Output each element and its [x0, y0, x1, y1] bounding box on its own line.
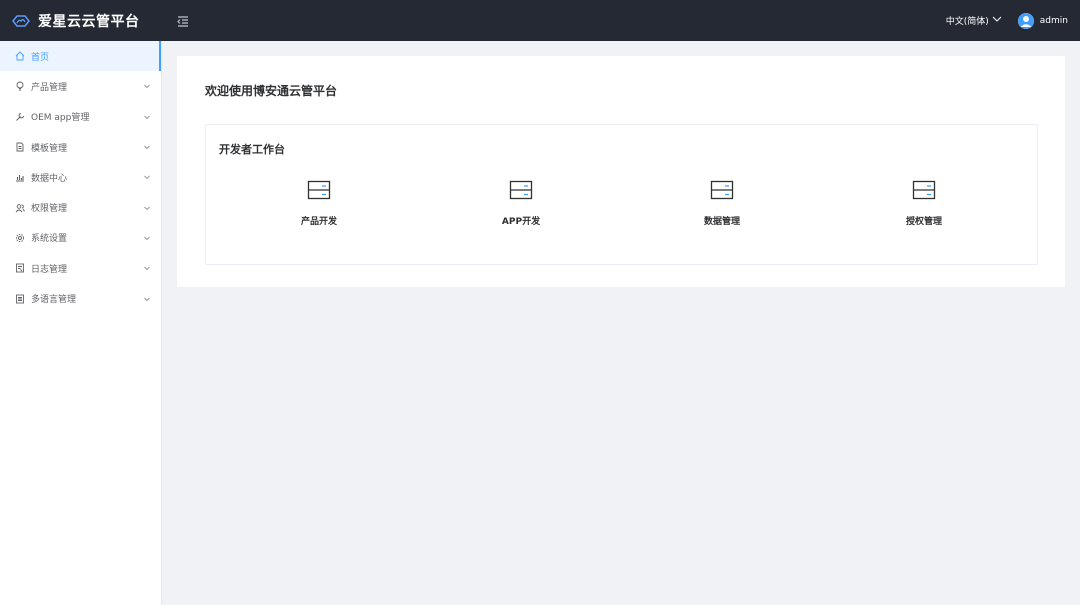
- brand[interactable]: 爱星云云管平台: [0, 0, 162, 41]
- sidebar-item-home[interactable]: 首页: [0, 41, 161, 72]
- workbench-item-app-dev[interactable]: APP开发: [476, 180, 566, 227]
- chevron-down-icon: [992, 15, 1002, 26]
- topbar-right: 中文(简体) admin: [946, 0, 1068, 41]
- sidebar-item-label: 数据中心: [31, 173, 68, 184]
- menu-collapse-icon[interactable]: [176, 13, 190, 27]
- sidebar-item-languages[interactable]: 多语言管理: [0, 283, 161, 313]
- sidebar-item-templates[interactable]: 模板管理: [0, 132, 161, 162]
- workbench-items: 产品开发 APP开发 数据管理 授权管理: [206, 180, 1037, 240]
- welcome-card: 欢迎使用博安通云管平台 开发者工作台 产品开发 APP开发 数据管理 授权管理: [177, 56, 1065, 287]
- top-navbar: 爱星云云管平台 中文(简体) admin: [0, 0, 1080, 41]
- sidebar-item-label: 产品管理: [31, 82, 68, 93]
- brand-name: 爱星云云管平台: [38, 13, 140, 30]
- developer-workbench: 开发者工作台 产品开发 APP开发 数据管理 授权管理: [205, 124, 1038, 265]
- document-icon: [15, 142, 25, 152]
- sidebar-item-label: 权限管理: [31, 204, 68, 215]
- chevron-down-icon: [143, 234, 151, 242]
- chevron-down-icon: [143, 173, 151, 181]
- sidebar-item-logs[interactable]: 日志管理: [0, 253, 161, 283]
- workbench-item-data-mgmt[interactable]: 数据管理: [677, 180, 767, 227]
- sidebar-item-data-center[interactable]: 数据中心: [0, 162, 161, 192]
- bulb-icon: [15, 81, 25, 91]
- sidebar-item-label: 多语言管理: [31, 295, 77, 306]
- home-icon: [15, 51, 25, 61]
- chevron-down-icon: [143, 82, 151, 90]
- workbench-item-label: 授权管理: [905, 217, 942, 227]
- user-menu[interactable]: admin: [1017, 12, 1068, 29]
- list-icon: [15, 294, 25, 304]
- workbench-item-product-dev[interactable]: 产品开发: [274, 180, 364, 227]
- sidebar-item-label: 系统设置: [31, 234, 68, 245]
- sidebar-item-label: 模板管理: [31, 143, 68, 154]
- workbench-item-label: 产品开发: [300, 217, 337, 227]
- sidebar-item-label: 首页: [31, 52, 50, 63]
- workbench-title: 开发者工作台: [219, 143, 285, 156]
- chevron-down-icon: [143, 264, 151, 272]
- sidebar-item-system-settings[interactable]: 系统设置: [0, 223, 161, 253]
- chevron-down-icon: [143, 113, 151, 121]
- chevron-down-icon: [143, 204, 151, 212]
- sidebar-item-permissions[interactable]: 权限管理: [0, 192, 161, 222]
- sidebar-item-products[interactable]: 产品管理: [0, 71, 161, 101]
- sidebar-item-label: OEM app管理: [31, 113, 90, 124]
- log-icon: [15, 263, 25, 273]
- workbench-item-label: 数据管理: [703, 217, 740, 227]
- gear-icon: [15, 233, 25, 243]
- users-icon: [15, 203, 25, 213]
- sidebar-item-label: 日志管理: [31, 264, 68, 275]
- wrench-icon: [15, 112, 25, 122]
- page-title: 欢迎使用博安通云管平台: [205, 84, 338, 98]
- cloud-logo-icon: [12, 12, 30, 30]
- sidebar: 首页 产品管理 OEM app管理 模板管理 数据中心 权限管理 系统设置 日志…: [0, 41, 162, 605]
- language-label: 中文(简体): [945, 17, 989, 27]
- server-icon: [307, 180, 331, 200]
- chevron-down-icon: [143, 295, 151, 303]
- workbench-item-label: APP开发: [501, 217, 541, 227]
- server-icon: [912, 180, 936, 200]
- chart-icon: [15, 172, 25, 182]
- server-icon: [710, 180, 734, 200]
- chevron-down-icon: [143, 143, 151, 151]
- sidebar-item-oem-app[interactable]: OEM app管理: [0, 102, 161, 132]
- avatar: [1017, 12, 1034, 29]
- username: admin: [1039, 15, 1068, 26]
- server-icon: [509, 180, 533, 200]
- workbench-item-license-mgmt[interactable]: 授权管理: [879, 180, 969, 227]
- language-selector[interactable]: 中文(简体): [946, 14, 1002, 27]
